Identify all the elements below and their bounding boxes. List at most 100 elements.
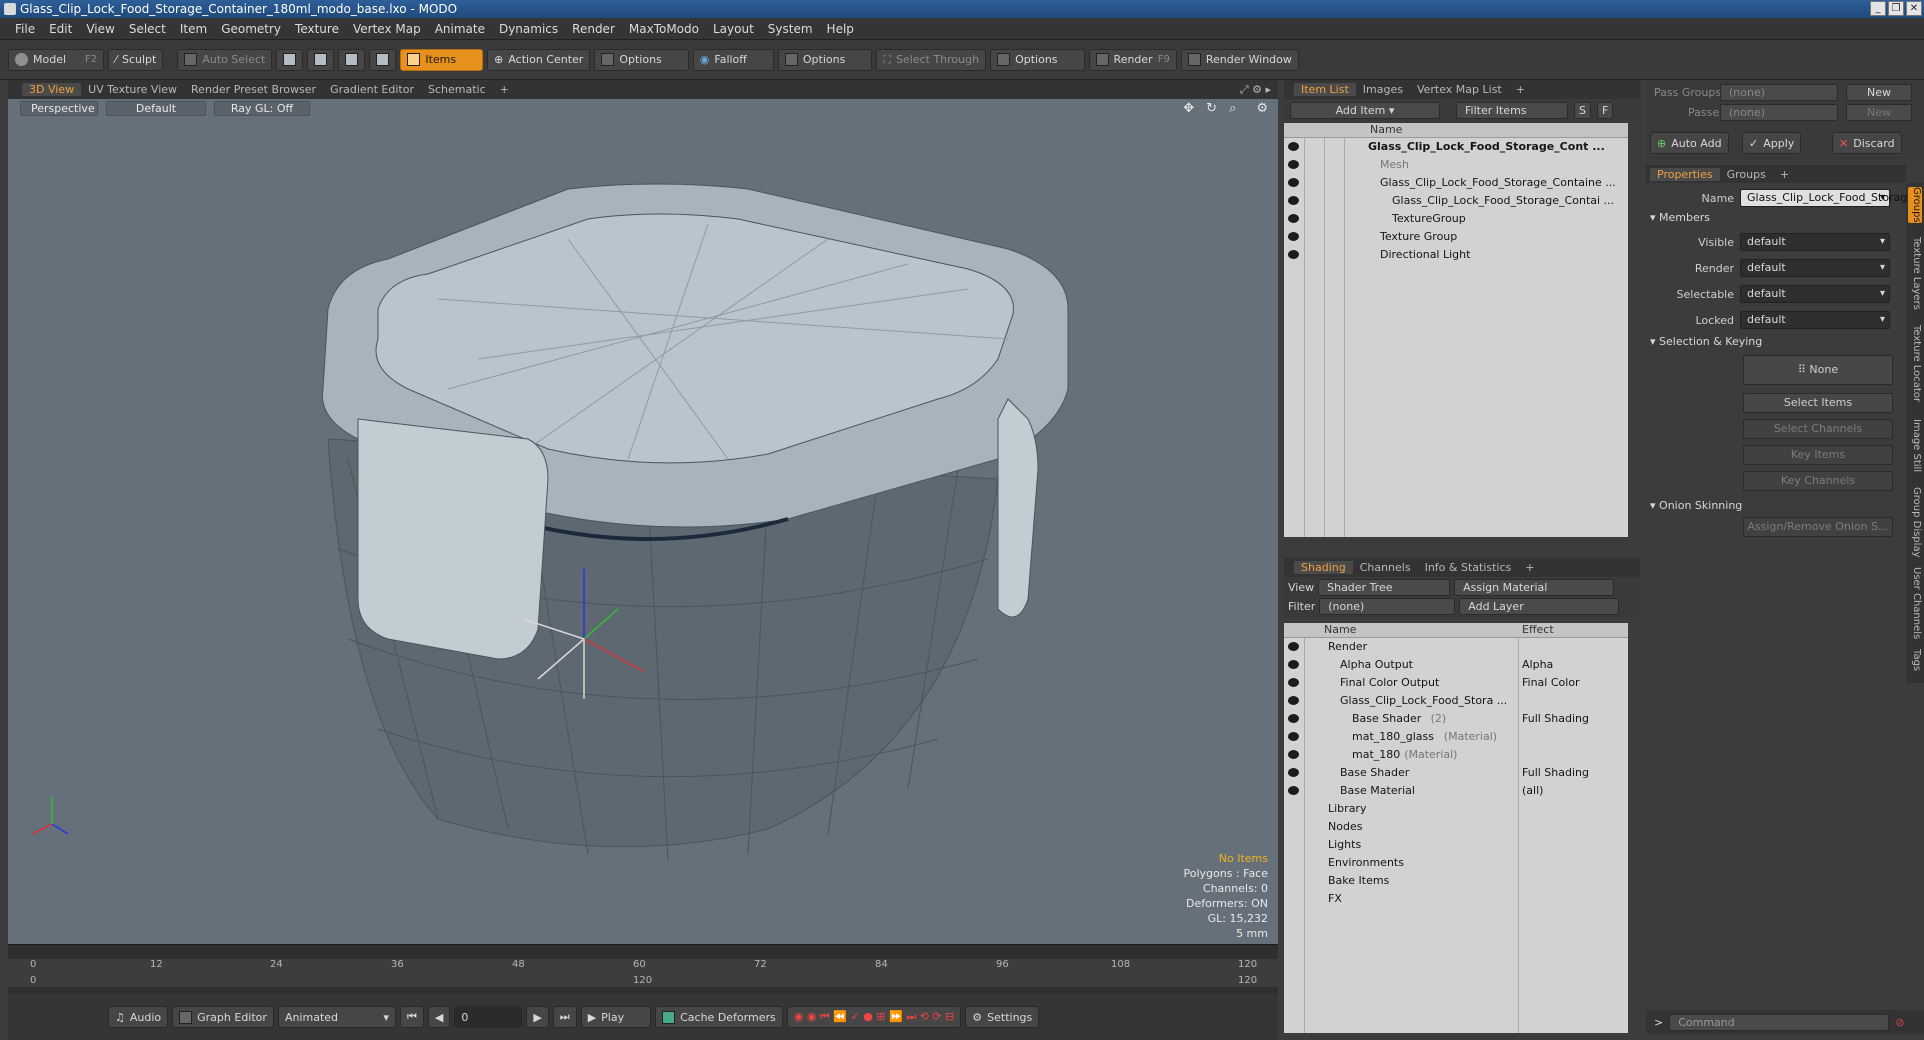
filter-f-button[interactable]: F [1596,101,1614,119]
graph-editor-button[interactable]: Graph Editor [172,1006,274,1028]
add-layer-dropdown[interactable]: Add Layer [1459,598,1620,615]
apply-button[interactable]: ✓ Apply [1742,132,1802,154]
eye-icon[interactable] [1288,642,1299,651]
animated-dropdown[interactable]: Animated ▾ [277,1006,396,1028]
select-through-options-button[interactable]: Options [990,48,1085,71]
eye-icon[interactable] [1288,786,1299,795]
name-field[interactable]: Glass_Clip_Lock_Food_Storag [1740,189,1907,207]
vtab-texture-layers[interactable]: Texture Layers [1908,237,1922,310]
audio-button[interactable]: ♫ Audio [108,1006,169,1028]
vertices-mode-button[interactable] [276,48,304,71]
eye-icon[interactable] [1288,750,1299,759]
tab-schematic[interactable]: Schematic [421,83,493,96]
settings-button[interactable]: ⚙ Settings [965,1006,1040,1028]
shader-row[interactable]: Library [1284,800,1628,818]
shader-effect[interactable]: Alpha [1522,656,1553,674]
menu-texture[interactable]: Texture [288,22,346,36]
last-frame-button[interactable]: ⏭ [552,1006,577,1028]
selectable-dropdown[interactable]: default [1740,285,1890,303]
3d-viewport[interactable]: Perspective Default Ray GL: Off ✥ ↻ ⌕ ⚙ … [8,99,1278,944]
shader-row[interactable]: mat_180_glass (Material) [1284,728,1628,746]
tab-item-list[interactable]: Item List [1294,83,1356,96]
item-list-row[interactable]: Glass_Clip_Lock_Food_Storage_Contai ... [1284,192,1628,210]
item-list-tree[interactable]: Name Glass_Clip_Lock_Food_Storage_Cont .… [1284,123,1628,537]
onion-skinning-section[interactable]: ▾ Onion Skinning [1650,499,1742,512]
menu-file[interactable]: File [8,22,42,36]
menu-system[interactable]: System [761,22,820,36]
shader-row[interactable]: Glass_Clip_Lock_Food_Stora ... [1284,692,1628,710]
tab-channels[interactable]: Channels [1353,561,1418,574]
shader-effect[interactable]: (all) [1522,782,1543,800]
action-center-button[interactable]: ⊕ Action Center [487,48,591,71]
group-type-none-button[interactable]: ⠿ None [1743,355,1893,385]
shader-row[interactable]: Lights [1284,836,1628,854]
item-list-row[interactable]: Glass_Clip_Lock_Food_Storage_Cont ... [1284,138,1628,156]
filter-dropdown[interactable]: (none) [1319,598,1456,615]
close-button[interactable]: ✕ [1906,1,1922,16]
item-list-row[interactable]: Texture Group [1284,228,1628,246]
menu-view[interactable]: View [79,22,121,36]
shader-effect[interactable]: Full Shading [1522,764,1589,782]
vtab-tags[interactable]: Tags [1908,649,1922,671]
tab-render-preset-browser[interactable]: Render Preset Browser [184,83,323,96]
eye-icon[interactable] [1288,696,1299,705]
select-channels-button[interactable]: Select Channels [1743,419,1893,439]
vtab-groups[interactable]: Groups [1908,187,1922,223]
render-button[interactable]: Render F9 [1088,48,1177,71]
shader-tree[interactable]: Name Effect Render Alpha Output Alpha Final… [1284,623,1628,1033]
shader-row[interactable]: Alpha Output Alpha [1284,656,1628,674]
tab-uv-texture-view[interactable]: UV Texture View [81,83,184,96]
auto-add-button[interactable]: ⊕ Auto Add [1650,132,1729,154]
menu-dynamics[interactable]: Dynamics [492,22,565,36]
add-item-dropdown[interactable]: Add Item ▾ [1290,101,1440,119]
stop-icon[interactable]: ⊘ [1895,1016,1904,1029]
shader-row[interactable]: Render [1284,638,1628,656]
menu-vertex-map[interactable]: Vertex Map [346,22,428,36]
shader-row[interactable]: Final Color Output Final Color [1284,674,1628,692]
auto-select-button[interactable]: Auto Select [177,48,273,71]
menu-help[interactable]: Help [820,22,861,36]
menu-select[interactable]: Select [122,22,173,36]
timeline[interactable]: 0 12 24 36 48 60 72 84 96 108 120 0 120 … [8,944,1278,994]
first-frame-button[interactable]: ⏮ [399,1006,424,1028]
vtab-texture-locator[interactable]: Texture Locator [1908,325,1922,402]
tab-shading[interactable]: Shading [1294,561,1353,574]
restore-button[interactable]: ❐ [1888,1,1904,16]
tab-vertex-map-list[interactable]: Vertex Map List [1410,83,1509,96]
new-pass-button[interactable]: New [1846,104,1912,121]
add-tab-button[interactable]: + [1518,561,1541,574]
members-section[interactable]: ▾ Members [1650,211,1710,224]
assign-onion-button[interactable]: Assign/Remove Onion S... [1743,517,1893,537]
menu-item[interactable]: Item [173,22,214,36]
prev-frame-button[interactable]: ◀ [427,1006,451,1028]
eye-icon[interactable] [1288,714,1299,723]
viewport-expand-icon[interactable]: ⤢ ⚙ ▸ [1233,83,1278,97]
discard-button[interactable]: ✕ Discard [1832,132,1902,154]
eye-icon[interactable] [1288,768,1299,777]
items-mode-button[interactable]: Items [400,48,484,71]
filter-s-button[interactable]: S [1574,101,1591,119]
eye-icon[interactable] [1288,732,1299,741]
locked-dropdown[interactable]: default [1740,311,1890,329]
passes-dropdown[interactable]: (none) [1720,104,1838,121]
item-list-row[interactable]: TextureGroup [1284,210,1628,228]
frame-field[interactable]: 0 [454,1006,523,1028]
action-center-options-button[interactable]: Options [594,48,689,71]
tab-3d-view[interactable]: 3D View [22,83,82,96]
select-through-button[interactable]: ⛶ Select Through [876,48,987,71]
menu-render[interactable]: Render [565,22,622,36]
eye-icon[interactable] [1288,196,1299,205]
shader-row[interactable]: Base Material (all) [1284,782,1628,800]
shader-row[interactable]: Base Shader Full Shading [1284,764,1628,782]
item-list-row[interactable]: Mesh [1284,156,1628,174]
polygons-mode-button[interactable] [338,48,366,71]
eye-icon[interactable] [1288,160,1299,169]
selection-keying-section[interactable]: ▾ Selection & Keying [1650,335,1762,348]
vtab-group-display[interactable]: Group Display [1908,487,1922,557]
key-tools-button[interactable]: ◉ ◉ ⏮ ⏪ ✓ ● ⊞ ⏩ ⏭ ⟲ ⟳ ⊟ [786,1006,962,1028]
render-window-button[interactable]: Render Window [1180,48,1299,71]
materials-mode-button[interactable] [369,48,397,71]
cache-deformers-button[interactable]: Cache Deformers [655,1006,783,1028]
vtab-image-still[interactable]: Image Still [1908,419,1922,472]
menu-layout[interactable]: Layout [706,22,761,36]
